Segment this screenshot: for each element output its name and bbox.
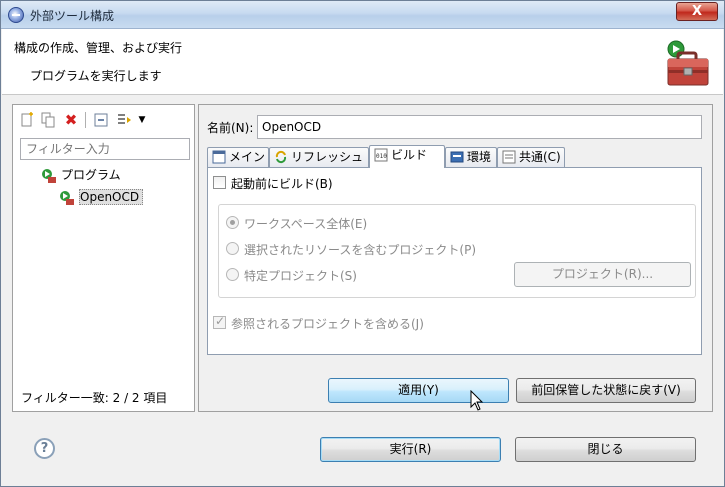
filter-icon[interactable]	[116, 112, 132, 128]
config-editor-panel: 名前(N): メイン リフレッシュ 010ビルド 環境 共通(C) 起動前にビル…	[198, 104, 713, 412]
eclipse-app-icon	[8, 7, 24, 23]
filter-status: フィルター一致: 2 / 2 項目	[21, 391, 168, 405]
launch-config-icon	[59, 190, 75, 206]
help-icon[interactable]: ?	[34, 438, 55, 459]
dropdown-icon[interactable]: ▼	[134, 112, 150, 128]
project-select-button[interactable]: プロジェクト(R)...	[514, 262, 691, 287]
window-close-button[interactable]: X	[676, 2, 718, 21]
tab-build[interactable]: 010 ビルド	[369, 145, 445, 168]
common-tab-icon	[502, 150, 516, 164]
specific-project-radio-label: 特定プロジェクト(S)	[244, 269, 357, 283]
tab-bar: メイン リフレッシュ 010 ビルド 環境 共通(C)	[207, 145, 707, 168]
dialog-window: 外部ツール構成 X 構成の作成、管理、および実行 プログラムを実行します ✖ ▼…	[0, 0, 725, 487]
tab-environment[interactable]: 環境	[445, 147, 497, 167]
config-list-panel: ✖ ▼ プログラム OpenOCD フィルター一致: 2 / 2 項目	[12, 104, 195, 412]
tab-refresh[interactable]: リフレッシュ	[269, 147, 369, 167]
selected-resource-radio[interactable]	[226, 242, 239, 255]
toolbar-separator	[85, 112, 86, 128]
mouse-cursor-icon	[470, 390, 484, 411]
dialog-header: 構成の作成、管理、および実行 プログラムを実行します	[2, 29, 723, 95]
close-button[interactable]: 閉じる	[515, 437, 696, 462]
header-message: プログラムを実行します	[30, 69, 162, 83]
program-type-icon	[41, 168, 57, 184]
build-tab-content: 起動前にビルド(B) ワークスペース全体(E) 選択されたリソースを含むプロジェ…	[207, 167, 702, 355]
name-label: 名前(N):	[207, 121, 254, 135]
workspace-radio[interactable]	[226, 216, 239, 229]
delete-icon[interactable]: ✖	[63, 112, 79, 128]
include-referenced-label: 参照されるプロジェクトを含める(J)	[231, 317, 424, 331]
build-tab-icon: 010	[374, 148, 388, 162]
filter-input[interactable]	[20, 138, 190, 160]
toolbox-run-icon	[667, 40, 709, 86]
collapse-all-icon[interactable]	[93, 112, 109, 128]
tab-main[interactable]: メイン	[207, 147, 269, 167]
refresh-tab-icon	[274, 150, 288, 164]
tree-item-label: プログラム	[61, 168, 121, 182]
specific-project-radio[interactable]	[226, 268, 239, 281]
workspace-radio-label: ワークスペース全体(E)	[244, 217, 368, 231]
new-config-icon[interactable]	[19, 112, 35, 128]
tree-item-label: OpenOCD	[79, 189, 144, 205]
selected-resource-radio-label: 選択されたリソースを含むプロジェクト(P)	[244, 243, 477, 257]
tree-item-program[interactable]: プログラム	[41, 165, 121, 185]
include-referenced-checkbox[interactable]	[213, 314, 226, 329]
tab-common[interactable]: 共通(C)	[497, 147, 565, 167]
title-bar[interactable]: 外部ツール構成 X	[1, 1, 724, 29]
run-button[interactable]: 実行(R)	[320, 437, 501, 462]
window-title: 外部ツール構成	[30, 9, 115, 23]
tree-item-openocd[interactable]: OpenOCD	[59, 187, 144, 207]
duplicate-icon[interactable]	[40, 112, 56, 128]
revert-button[interactable]: 前回保管した状態に戻す(V)	[516, 378, 696, 403]
name-field[interactable]	[257, 115, 702, 139]
main-tab-icon	[212, 150, 226, 164]
header-title: 構成の作成、管理、および実行	[14, 41, 183, 55]
build-scope-group: ワークスペース全体(E) 選択されたリソースを含むプロジェクト(P) 特定プロジ…	[218, 204, 696, 298]
build-before-launch-label: 起動前にビルド(B)	[231, 177, 333, 191]
environment-tab-icon	[450, 150, 464, 164]
svg-text:010: 010	[376, 153, 387, 160]
build-before-launch-checkbox[interactable]	[213, 176, 226, 189]
